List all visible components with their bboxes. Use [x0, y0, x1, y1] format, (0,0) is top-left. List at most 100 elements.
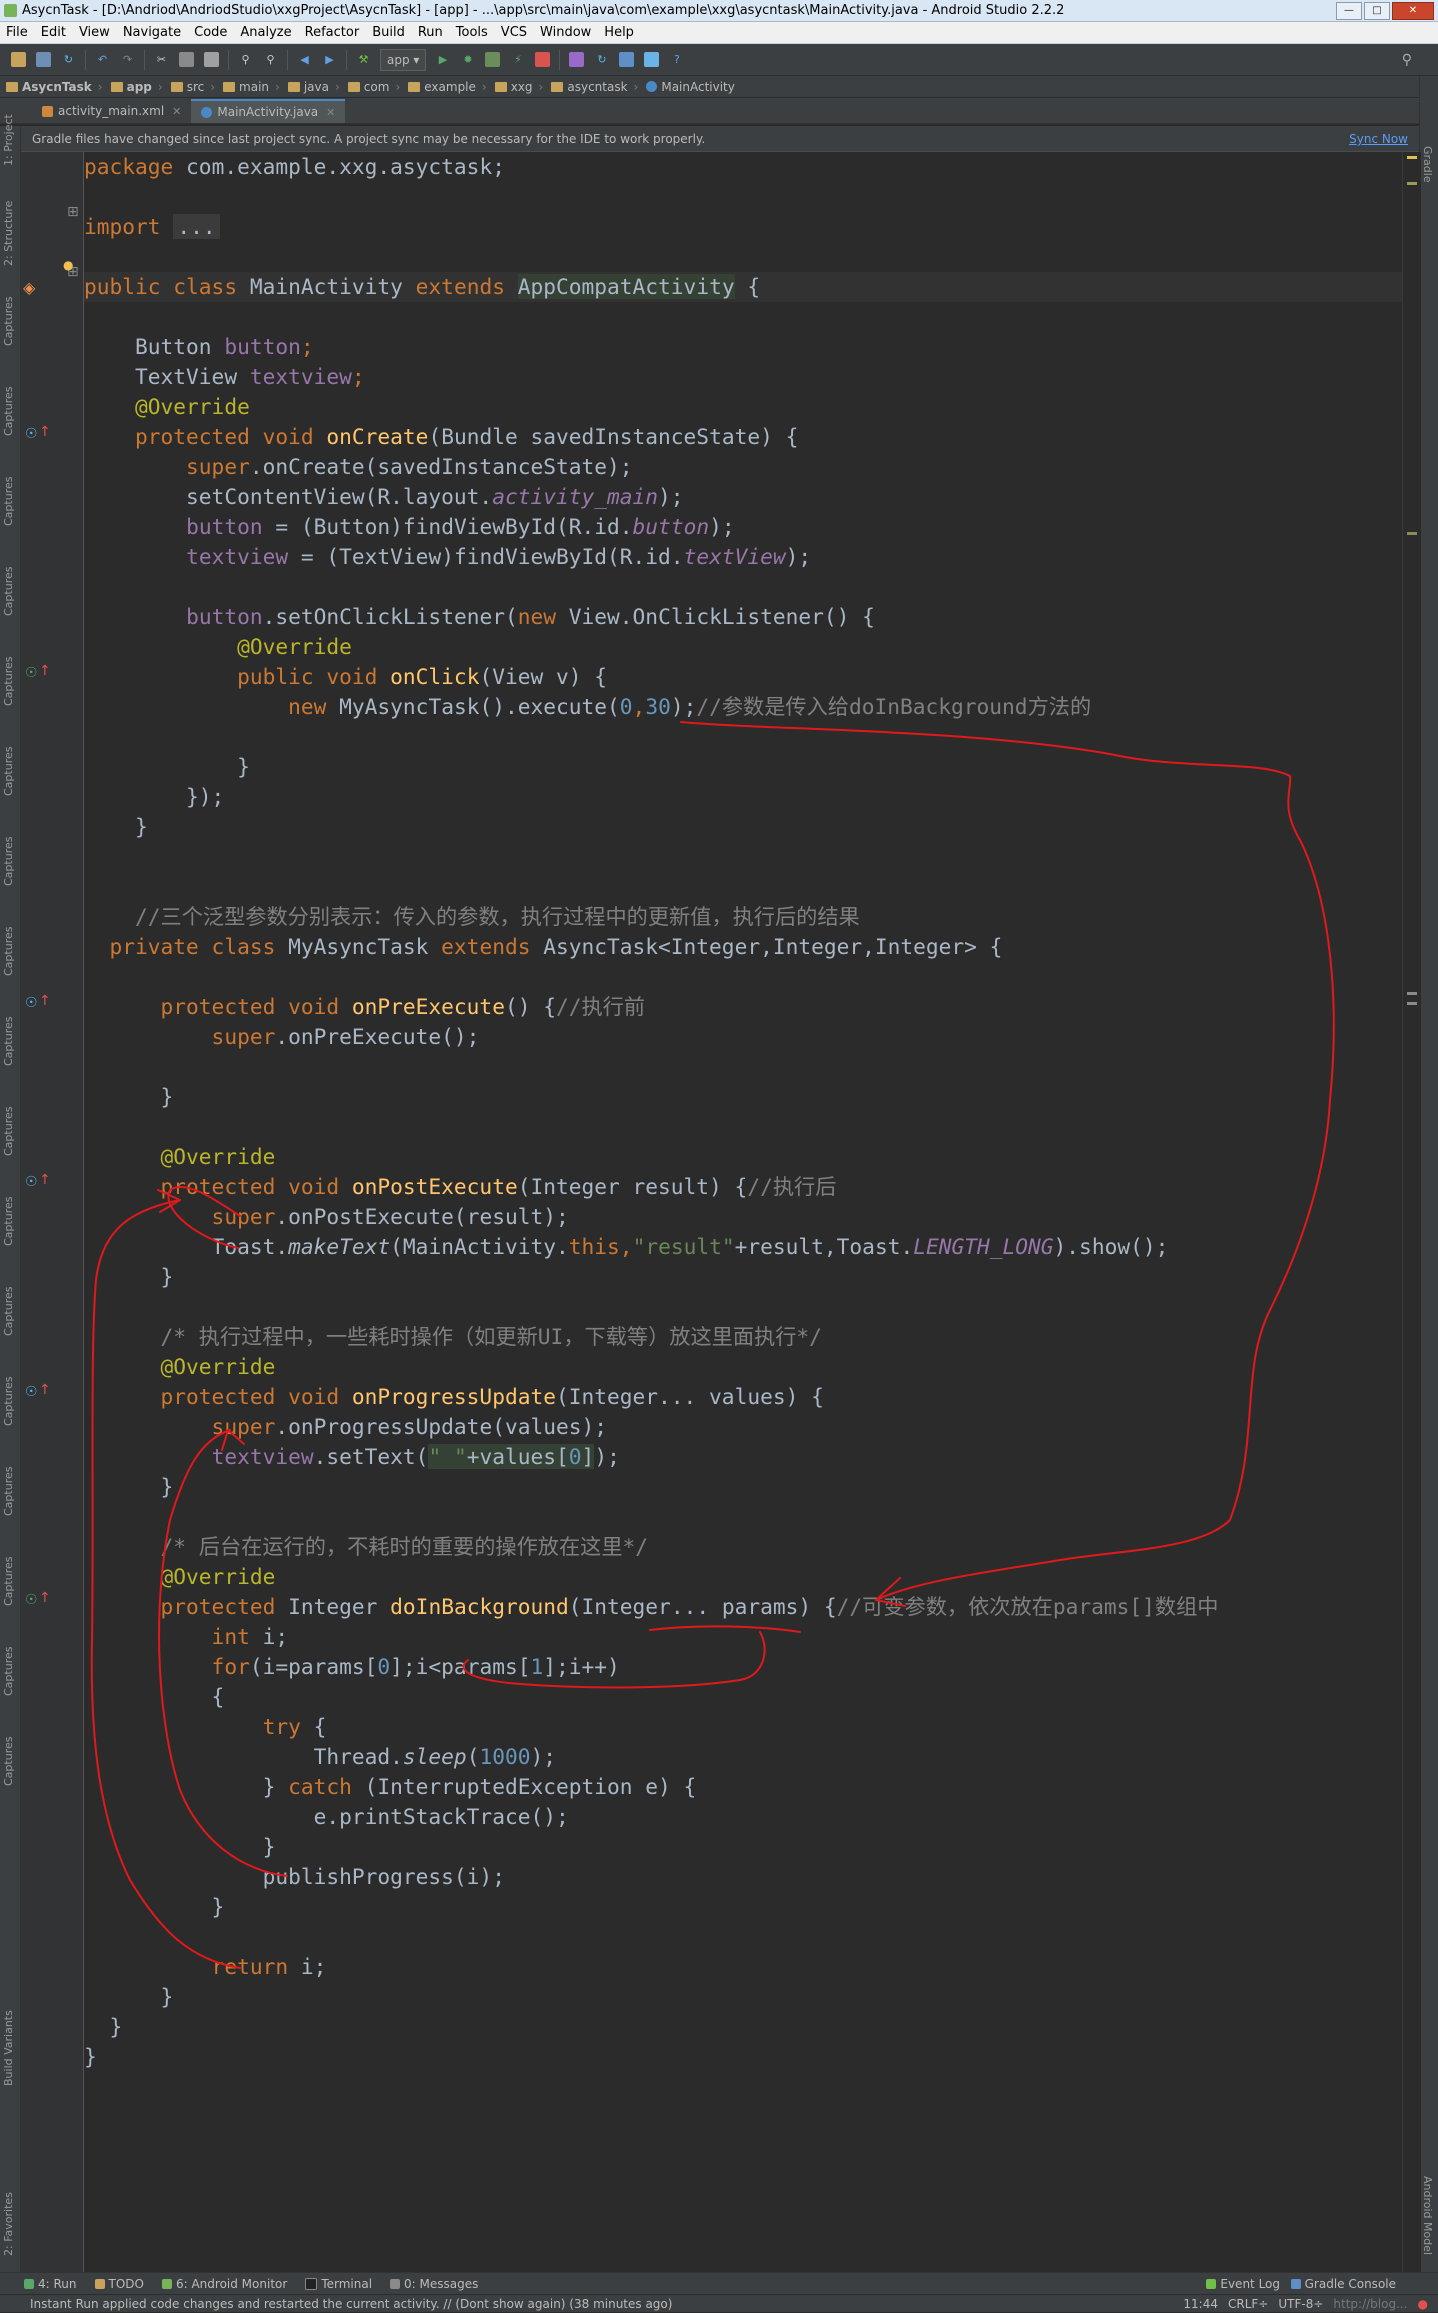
tool-tab-android-model[interactable]: Android Model	[1421, 2176, 1434, 2255]
gradle-sync-icon[interactable]: ↻	[594, 52, 609, 67]
make-project-icon[interactable]: ⚒	[356, 52, 371, 67]
info-marker[interactable]	[1407, 1002, 1417, 1005]
breadcrumb-item[interactable]: AsycnTask ›	[6, 80, 103, 94]
tool-tab-captures[interactable]: Captures	[2, 477, 15, 526]
forward-icon[interactable]: ▶	[322, 52, 337, 67]
find-icon[interactable]: ⚲	[238, 52, 253, 67]
search-everywhere-icon[interactable]: ⚲	[1402, 52, 1412, 68]
paste-icon[interactable]	[204, 52, 219, 67]
undo-icon[interactable]: ↶	[95, 52, 110, 67]
menu-analyze[interactable]: Analyze	[240, 25, 291, 40]
tool-tab-captures[interactable]: Captures	[2, 1377, 15, 1426]
redo-icon[interactable]: ↷	[120, 52, 135, 67]
tool-tab-gradle-console[interactable]: Gradle Console	[1290, 2277, 1396, 2291]
tool-tab-captures[interactable]: Captures	[2, 1107, 15, 1156]
breadcrumb-item[interactable]: MainActivity	[646, 80, 735, 94]
warning-marker[interactable]	[1407, 156, 1417, 159]
stop-icon[interactable]	[535, 52, 551, 67]
maximize-button[interactable]: □	[1364, 2, 1390, 20]
sync-icon[interactable]: ↻	[61, 52, 76, 67]
warning-marker[interactable]	[1407, 182, 1417, 185]
tool-tab-todo[interactable]: TODO	[94, 2277, 144, 2291]
menu-navigate[interactable]: Navigate	[123, 25, 181, 40]
menu-build[interactable]: Build	[372, 25, 405, 40]
tool-tab-favorites[interactable]: 2: Favorites	[2, 2192, 15, 2256]
tool-tab-captures[interactable]: Captures	[2, 1017, 15, 1066]
tool-tab-terminal[interactable]: Terminal	[305, 2277, 372, 2291]
breadcrumb-item[interactable]: com ›	[347, 80, 400, 94]
project-structure-icon[interactable]	[644, 52, 660, 67]
menu-tools[interactable]: Tools	[456, 25, 488, 40]
save-all-icon[interactable]	[36, 52, 51, 67]
menu-window[interactable]: Window	[540, 25, 591, 40]
copy-icon[interactable]	[179, 52, 194, 67]
breadcrumb-item[interactable]: src ›	[170, 80, 215, 94]
tool-tab-captures[interactable]: Captures	[2, 387, 15, 436]
tool-tab-structure[interactable]: 2: Structure	[2, 201, 15, 266]
menu-vcs[interactable]: VCS	[501, 25, 527, 40]
code-editor[interactable]: package com.example.xxg.asyctask; import…	[84, 152, 1402, 2272]
status-message[interactable]: Instant Run applied code changes and res…	[30, 2297, 672, 2311]
replace-icon[interactable]: ⚲	[263, 52, 278, 67]
minimize-button[interactable]: —	[1336, 2, 1362, 20]
tool-tab-event-log[interactable]: Event Log	[1206, 2277, 1280, 2291]
tool-tab-project[interactable]: 1: Project	[2, 114, 15, 166]
warning-marker[interactable]	[1407, 532, 1417, 535]
debug-icon[interactable]: ✹	[460, 52, 475, 67]
tool-tab-captures[interactable]: Captures	[2, 927, 15, 976]
sync-now-link[interactable]: Sync Now	[1349, 126, 1408, 152]
apply-changes-icon[interactable]: ⚡	[510, 52, 525, 67]
activity-icon[interactable]: ◈	[23, 278, 35, 297]
sdk-manager-icon[interactable]	[619, 52, 635, 67]
tool-tab-captures[interactable]: Captures	[2, 747, 15, 796]
tool-tab-run[interactable]: 4: Run	[24, 2277, 77, 2291]
tool-tab-captures[interactable]: Captures	[2, 1467, 15, 1516]
implements-icon[interactable]: ☉	[25, 665, 38, 681]
tool-tab-captures[interactable]: Captures	[2, 1737, 15, 1786]
breadcrumb-item[interactable]: asycntask ›	[551, 80, 638, 94]
back-icon[interactable]: ◀	[297, 52, 312, 67]
tool-tab-captures[interactable]: Captures	[2, 837, 15, 886]
tool-tab-captures[interactable]: Captures	[2, 1287, 15, 1336]
file-encoding[interactable]: UTF-8÷	[1278, 2295, 1323, 2313]
breadcrumb-item[interactable]: example ›	[408, 80, 487, 94]
folded-imports[interactable]: ...	[173, 214, 220, 239]
open-folder-icon[interactable]	[11, 52, 26, 67]
breadcrumb-item[interactable]: xxg ›	[494, 80, 543, 94]
close-tab-icon[interactable]: ✕	[172, 105, 181, 118]
breadcrumb-item[interactable]: app ›	[110, 80, 163, 94]
menu-run[interactable]: Run	[418, 25, 443, 40]
tool-tab-build-variants[interactable]: Build Variants	[2, 2010, 15, 2086]
tool-tab-messages[interactable]: 0: Messages	[390, 2277, 478, 2291]
help-icon[interactable]: ?	[669, 52, 684, 67]
override-icon[interactable]: ☉	[25, 1384, 38, 1400]
tab-mainactivity-java[interactable]: MainActivity.java ✕	[191, 99, 346, 123]
tab-activity-main-xml[interactable]: activity_main.xml ✕	[32, 99, 191, 123]
override-icon[interactable]: ☉	[25, 1174, 38, 1190]
tool-tab-captures[interactable]: Captures	[2, 297, 15, 346]
tool-tab-captures[interactable]: Captures	[2, 1647, 15, 1696]
tool-tab-captures[interactable]: Captures	[2, 1197, 15, 1246]
menu-view[interactable]: View	[79, 25, 110, 40]
caret-position[interactable]: 11:44	[1183, 2295, 1218, 2313]
attach-debugger-icon[interactable]	[485, 52, 501, 67]
breadcrumb-item[interactable]: java ›	[287, 80, 340, 94]
menu-refactor[interactable]: Refactor	[305, 25, 360, 40]
tool-tab-android-monitor[interactable]: 6: Android Monitor	[161, 2277, 287, 2291]
override-icon[interactable]: ☉	[25, 995, 38, 1011]
implements-icon[interactable]: ☉	[25, 1592, 38, 1608]
menu-help[interactable]: Help	[604, 25, 634, 40]
menu-edit[interactable]: Edit	[41, 25, 66, 40]
close-button[interactable]: ✕	[1392, 2, 1434, 20]
run-config-select[interactable]: app ▾	[380, 48, 427, 71]
override-icon[interactable]: ☉	[25, 426, 38, 442]
menu-code[interactable]: Code	[194, 25, 227, 40]
lightbulb-icon[interactable]: ●	[63, 258, 73, 272]
tool-tab-captures[interactable]: Captures	[2, 567, 15, 616]
menu-file[interactable]: File	[6, 25, 28, 40]
line-separator[interactable]: CRLF÷	[1228, 2295, 1268, 2313]
info-marker[interactable]	[1407, 992, 1417, 995]
tool-tab-captures[interactable]: Captures	[2, 1557, 15, 1606]
tool-tab-captures[interactable]: Captures	[2, 657, 15, 706]
fold-icon[interactable]: ⊞	[67, 204, 79, 220]
